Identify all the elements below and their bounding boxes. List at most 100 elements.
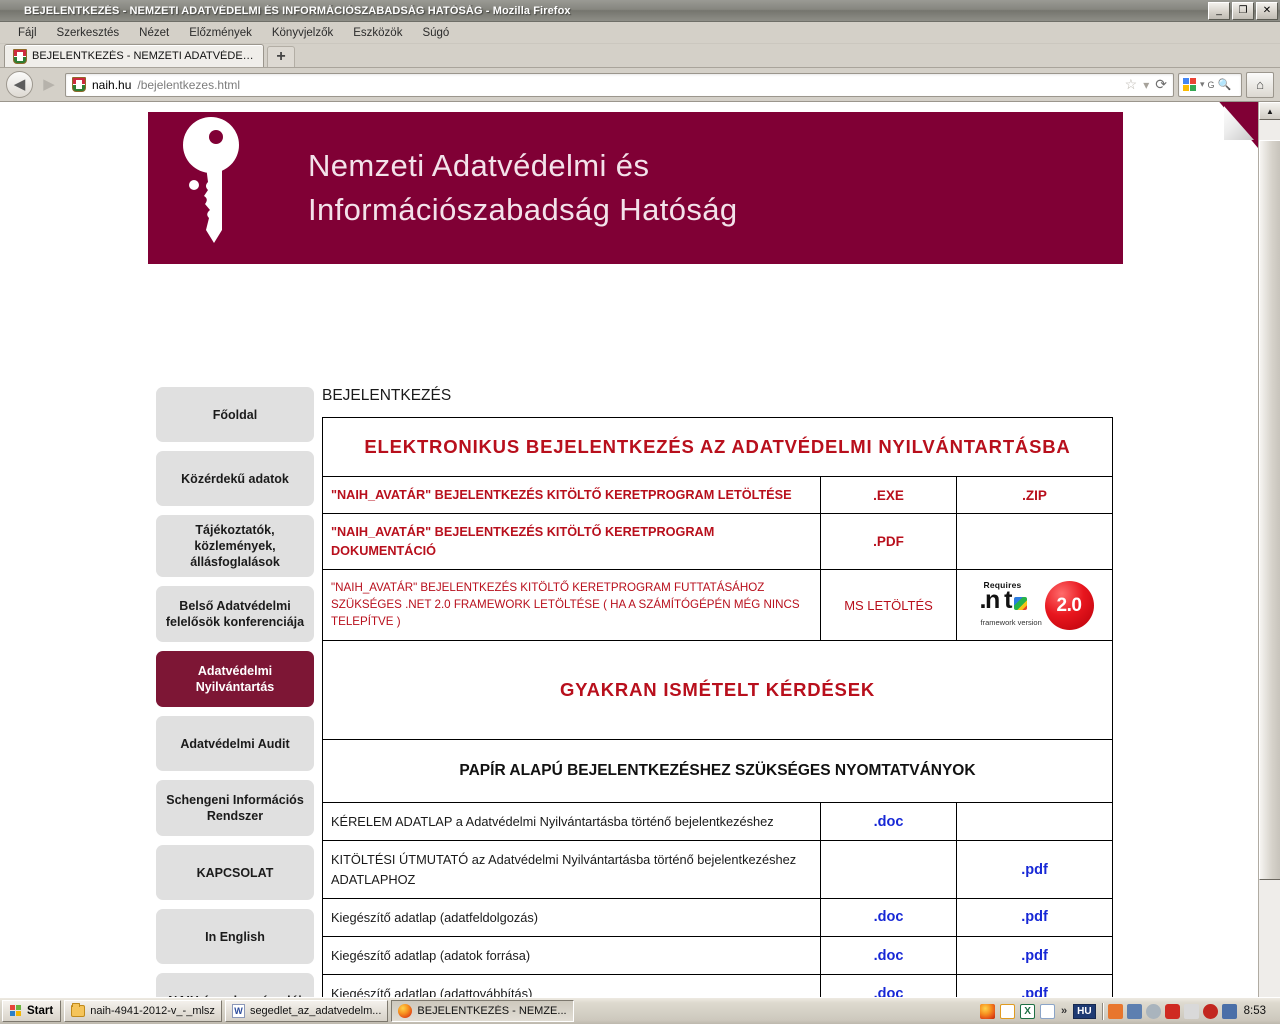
- sidebar-item-schengeni[interactable]: Schengeni Információs Rendszer: [156, 780, 314, 836]
- download-link-doc[interactable]: .doc: [820, 935, 957, 976]
- section-title-faq[interactable]: GYAKRAN ISMÉTELT KÉRDÉSEK: [322, 640, 1113, 741]
- window-title: BEJELENTKEZÉS - NEMZETI ADATVÉDELMI ÉS I…: [24, 4, 571, 17]
- table-row: KÉRELEM ADATLAP a Adatvédelmi Nyilvántar…: [322, 802, 1113, 842]
- network-icon[interactable]: [1126, 1003, 1142, 1019]
- page-corner-curl-decoration: [1216, 102, 1258, 148]
- sidebar-item-fooldal[interactable]: Főoldal: [156, 387, 314, 442]
- table-row: Kiegészítő adatlap (adattovábbítás) .doc…: [322, 974, 1113, 997]
- sidebar-item-kapcsolat[interactable]: KAPCSOLAT: [156, 845, 314, 900]
- download-link-zip[interactable]: .ZIP: [956, 475, 1113, 515]
- menu-tools[interactable]: Eszközök: [343, 25, 412, 41]
- row-label: "NAIH_AVATÁR" BEJELENTKEZÉS KITÖLTŐ KERE…: [322, 513, 821, 571]
- url-bar[interactable]: naih.hu /bejelentkezes.html ☆ ▾ ⟳: [65, 72, 1174, 97]
- site-identity-icon: [72, 77, 86, 92]
- sidebar-item-adatvedelmi-nyilvantartas[interactable]: Adatvédelmi Nyilvántartás: [156, 651, 314, 707]
- taskbar-item-label: segedlet_az_adatvedelm...: [249, 1005, 382, 1017]
- download-link-pdf[interactable]: .pdf: [956, 897, 1113, 937]
- folder-icon: [71, 1003, 86, 1017]
- maximize-button[interactable]: ❐: [1232, 1, 1254, 20]
- download-link-exe[interactable]: .EXE: [820, 475, 957, 515]
- java-icon[interactable]: [1107, 1003, 1123, 1019]
- search-icon[interactable]: 🔍: [1218, 78, 1232, 91]
- tab-bejelentkezes[interactable]: BEJELENTKEZÉS - NEMZETI ADATVÉDELMI É...: [4, 44, 264, 67]
- taskbar-item-firefox[interactable]: BEJELENTKEZÉS - NEMZE...: [391, 1000, 574, 1022]
- table-row: "NAIH_AVATÁR" BEJELENTKEZÉS KITÖLTŐ KERE…: [322, 475, 1113, 515]
- main-content: BEJELENTKEZÉS ELEKTRONIKUS BEJELENTKEZÉS…: [322, 387, 1113, 997]
- sidebar-item-tajekoztatok[interactable]: Tájékoztatók, közlemények, állásfoglalás…: [156, 515, 314, 577]
- desktop: BEJELENTKEZÉS - NEMZETI ADATVÉDELMI ÉS I…: [0, 0, 1280, 1024]
- menu-help[interactable]: Súgó: [412, 25, 459, 41]
- word-document-icon: W: [231, 1004, 245, 1018]
- naih-key-logo-icon: [148, 112, 298, 264]
- clock-icon[interactable]: [1000, 1003, 1016, 1019]
- scrollbar-thumb[interactable]: [1259, 140, 1280, 880]
- menubar: Fájl Szerkesztés Nézet Előzmények Könyvj…: [0, 22, 1280, 44]
- close-button[interactable]: ✕: [1256, 1, 1278, 20]
- download-link-doc[interactable]: .doc: [820, 802, 957, 842]
- row-label: Kiegészítő adatlap (adatfeldolgozás): [322, 897, 821, 937]
- home-button[interactable]: ⌂: [1246, 71, 1274, 98]
- firefox-icon: [398, 1004, 413, 1018]
- taskbar-item-folder[interactable]: naih-4941-2012-v_-_mlsz: [64, 1000, 222, 1022]
- taskbar-item-label: BEJELENTKEZÉS - NEMZE...: [417, 1005, 567, 1017]
- empty-cell: [956, 513, 1113, 571]
- dotnet-badge-cell[interactable]: Requires .n t framework version 2.0: [956, 569, 1113, 642]
- notepad-icon[interactable]: [1040, 1003, 1056, 1019]
- windows-flag-icon: [10, 1005, 23, 1017]
- page-scrollbar[interactable]: ▲: [1258, 102, 1280, 997]
- download-link-pdf[interactable]: .pdf: [956, 935, 1113, 976]
- page-viewport: Nemzeti Adatvédelmi és Információszabads…: [0, 102, 1280, 997]
- language-indicator[interactable]: HU: [1073, 1003, 1096, 1019]
- window-titlebar: BEJELENTKEZÉS - NEMZETI ADATVÉDELMI ÉS I…: [0, 0, 1280, 22]
- menu-edit[interactable]: Szerkesztés: [47, 25, 130, 41]
- scroll-up-arrow-icon[interactable]: ▲: [1259, 102, 1280, 120]
- menu-bookmarks[interactable]: Könyvjelzők: [262, 25, 343, 41]
- search-bar[interactable]: ▾ G 🔍: [1178, 72, 1242, 97]
- bookmark-star-icon[interactable]: ☆: [1125, 76, 1138, 93]
- firefox-icon[interactable]: [980, 1003, 996, 1019]
- sidebar-item-adatvedelmi-audit[interactable]: Adatvédelmi Audit: [156, 716, 314, 771]
- dotnet-e-glyph-icon: [1013, 597, 1027, 611]
- scrollbar-track[interactable]: [1259, 120, 1280, 997]
- chevron-down-icon[interactable]: ▾: [1143, 78, 1149, 92]
- download-link-doc[interactable]: .doc: [820, 897, 957, 937]
- back-button[interactable]: ◀: [6, 71, 33, 98]
- reload-icon[interactable]: ⟳: [1155, 76, 1167, 93]
- menu-view[interactable]: Nézet: [129, 25, 179, 41]
- sidebar-item-naih-eves-beszamoloi[interactable]: NAIH éves beszámolói: [156, 973, 314, 997]
- new-tab-button[interactable]: +: [267, 46, 295, 67]
- menu-history[interactable]: Előzmények: [179, 25, 262, 41]
- row-label: "NAIH_AVATÁR" BEJELENTKEZÉS KITÖLTŐ KERE…: [322, 569, 821, 642]
- download-link-pdf[interactable]: .PDF: [820, 513, 957, 571]
- disc-icon[interactable]: [1145, 1003, 1161, 1019]
- volume-icon[interactable]: [1183, 1003, 1199, 1019]
- sidebar-item-kozerdeku-adatok[interactable]: Közérdekű adatok: [156, 451, 314, 506]
- network-monitor-icon[interactable]: [1221, 1003, 1237, 1019]
- taskbar-item-word-doc[interactable]: W segedlet_az_adatvedelm...: [224, 1000, 389, 1022]
- web-page: Nemzeti Adatvédelmi és Információszabads…: [0, 102, 1258, 997]
- excel-icon[interactable]: X: [1020, 1003, 1036, 1019]
- comodo-shield-icon[interactable]: [1164, 1003, 1180, 1019]
- taskbar: Start naih-4941-2012-v_-_mlsz W segedlet…: [0, 997, 1280, 1024]
- requires-dotnet-2-badge-icon: Requires .n t framework version 2.0: [976, 579, 1094, 631]
- sidebar-item-belso-adatvedelmi[interactable]: Belső Adatvédelmi felelősök konferenciáj…: [156, 586, 314, 642]
- forward-button[interactable]: ▶: [37, 73, 61, 97]
- tab-strip: BEJELENTKEZÉS - NEMZETI ADATVÉDELMI É...…: [0, 44, 1280, 68]
- download-link-ms[interactable]: MS LETÖLTÉS: [820, 569, 957, 642]
- minimize-button[interactable]: _: [1208, 1, 1230, 20]
- tray-expand-chevron-icon[interactable]: »: [1061, 1005, 1067, 1017]
- download-link-doc[interactable]: .doc: [820, 974, 957, 997]
- chevron-down-icon[interactable]: ▾: [1200, 79, 1205, 90]
- window-controls: _ ❐ ✕: [1208, 1, 1278, 20]
- sidebar-item-in-english[interactable]: In English: [156, 909, 314, 964]
- security-alert-icon[interactable]: [1202, 1003, 1218, 1019]
- download-link-pdf[interactable]: .pdf: [956, 840, 1113, 899]
- start-label: Start: [27, 1005, 54, 1017]
- menu-file[interactable]: Fájl: [8, 25, 47, 41]
- google-icon: [1183, 77, 1197, 92]
- download-link-pdf[interactable]: .pdf: [956, 974, 1113, 997]
- taskbar-clock[interactable]: 8:53: [1244, 1005, 1266, 1017]
- table-row-section-header: ELEKTRONIKUS BEJELENTKEZÉS AZ ADATVÉDELM…: [322, 417, 1113, 477]
- tab-label: BEJELENTKEZÉS - NEMZETI ADATVÉDELMI É...: [32, 50, 255, 62]
- start-button[interactable]: Start: [2, 1000, 62, 1022]
